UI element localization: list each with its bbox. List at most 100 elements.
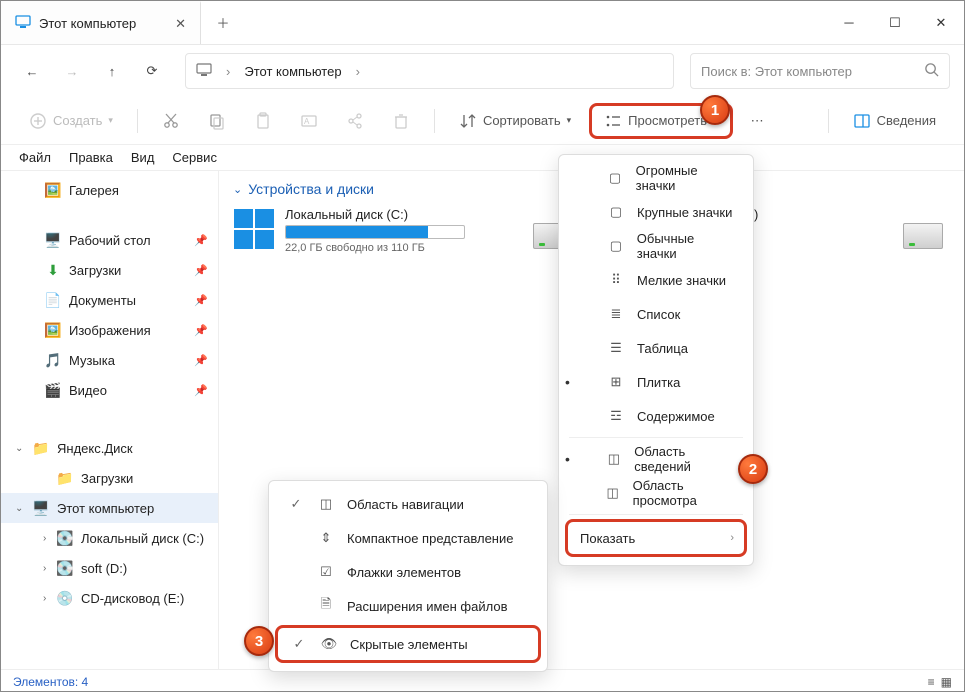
menu-preview-pane[interactable]: ◫Область просмотра [559,476,753,510]
menu-huge-icons[interactable]: ▢Огромные значки [559,161,753,195]
collapse-icon[interactable]: ⌄ [15,503,23,514]
back-button[interactable]: ← [15,54,49,88]
collapse-icon[interactable]: ⌄ [15,443,23,454]
breadcrumb-this-pc[interactable]: Этот компьютер [244,64,341,79]
maximize-button[interactable]: ☐ [872,1,918,44]
close-tab-icon[interactable]: ✕ [175,16,186,32]
create-button[interactable]: Создать ▾ [19,106,123,136]
sidebar-documents[interactable]: 📄Документы📌 [1,285,218,315]
menu-content[interactable]: ☲Содержимое [559,399,753,433]
paste-button[interactable] [244,106,282,136]
sidebar-drive-c[interactable]: ›💽Локальный диск (C:) [1,523,218,553]
sidebar-drive-e[interactable]: ›💿CD-дисковод (E:) [1,583,218,613]
sort-button[interactable]: Сортировать ▾ [449,106,581,136]
sidebar-music[interactable]: 🎵Музыка📌 [1,345,218,375]
desktop-icon: 🖥️ [45,232,61,248]
menu-view[interactable]: Вид [131,150,155,165]
view-dropdown: ▢Огромные значки ▢Крупные значки ▢Обычны… [558,154,754,566]
sidebar-downloads[interactable]: ⬇Загрузки📌 [1,255,218,285]
pane-icon: ◫ [605,485,621,501]
submenu-compact[interactable]: ⇕Компактное представление [269,521,547,555]
address-bar[interactable]: › Этот компьютер › [185,53,674,89]
monitor-icon: 🖥️ [33,500,49,516]
delete-button[interactable] [382,106,420,136]
menu-small-icons[interactable]: ⠿Мелкие значки [559,263,753,297]
drive-icon: 💽 [57,530,73,546]
chevron-down-icon: ▾ [108,115,113,126]
submenu-nav-pane[interactable]: ✓◫Область навигации [269,487,547,521]
status-bar: Элементов: 4 ≡ ▦ [1,669,964,693]
content-icon: ☲ [607,408,625,424]
sidebar-drive-d[interactable]: ›💽soft (D:) [1,553,218,583]
expand-icon[interactable]: › [43,563,46,574]
submenu-checkboxes[interactable]: ☑Флажки элементов [269,555,547,589]
details-pane-button[interactable]: Сведения [843,106,946,136]
cut-button[interactable] [152,106,190,136]
sidebar-desktop[interactable]: 🖥️Рабочий стол📌 [1,225,218,255]
sidebar-pictures[interactable]: 🖼️Изображения📌 [1,315,218,345]
share-button[interactable] [336,106,374,136]
pane-icon: ◫ [317,496,335,512]
annotation-badge-3: 3 [244,626,274,656]
tab-this-pc[interactable]: Этот компьютер ✕ [1,1,201,44]
grid-icon: ⠿ [607,272,625,288]
tiles-view-icon[interactable]: ▦ [941,675,952,689]
svg-text:A: A [304,117,310,126]
close-window-button[interactable]: ✕ [918,1,964,44]
sidebar-videos[interactable]: 🎬Видео📌 [1,375,218,405]
pin-icon: 📌 [194,324,208,337]
menu-edit[interactable]: Правка [69,150,113,165]
search-placeholder: Поиск в: Этот компьютер [701,64,916,79]
chevron-right-icon: › [356,64,360,79]
up-button[interactable]: ↑ [95,54,129,88]
collapse-icon[interactable]: ⌄ [233,183,242,196]
menu-show[interactable]: Показать› [565,519,747,557]
menu-file[interactable]: Файл [19,150,51,165]
menu-large-icons[interactable]: ▢Крупные значки [559,195,753,229]
minimize-button[interactable]: ─ [826,1,872,44]
window-controls: ─ ☐ ✕ [826,1,964,44]
pictures-icon: 🖼️ [45,322,61,338]
sidebar-gallery[interactable]: 🖼️Галерея [1,175,218,205]
chevron-right-icon: › [730,532,734,544]
gallery-icon: 🖼️ [45,182,61,198]
sidebar-yandex[interactable]: ⌄📁Яндекс.Диск [1,433,218,463]
music-icon: 🎵 [45,352,61,368]
menu-details-pane[interactable]: ◫Область сведений [559,442,753,476]
rename-button[interactable]: A [290,106,328,136]
list-icon: ≣ [607,306,625,322]
menu-list[interactable]: ≣Список [559,297,753,331]
drive-icon [903,207,943,249]
square-icon: ▢ [607,238,625,254]
device-drive-c[interactable]: Локальный диск (C:) 22,0 ГБ свободно из … [233,207,493,254]
refresh-button[interactable]: ⟳ [135,54,169,88]
menu-tiles[interactable]: ⊞Плитка [559,365,753,399]
item-count: Элементов: 4 [13,675,88,689]
expand-icon[interactable]: › [43,593,46,604]
expand-icon[interactable]: › [43,533,46,544]
menu-table[interactable]: ☰Таблица [559,331,753,365]
device-partial-2[interactable] [903,207,933,254]
windows-drive-icon [233,207,275,249]
menu-tools[interactable]: Сервис [172,150,217,165]
sidebar-this-pc[interactable]: ⌄🖥️Этот компьютер [1,493,218,523]
square-icon: ▢ [607,204,625,220]
folder-icon: 📁 [57,470,73,486]
folder-icon: 📁 [33,440,49,456]
submenu-hidden-items[interactable]: ✓👁Скрытые элементы [275,625,541,663]
sidebar-yandex-downloads[interactable]: 📁Загрузки [1,463,218,493]
menu-medium-icons[interactable]: ▢Обычные значки [559,229,753,263]
details-view-icon[interactable]: ≡ [928,675,935,689]
new-tab-button[interactable]: ＋ [201,1,245,44]
copy-button[interactable] [198,106,236,136]
eye-icon: 👁 [320,636,338,652]
search-box[interactable]: Поиск в: Этот компьютер [690,53,950,89]
device-sub: 22,0 ГБ свободно из 110 ГБ [285,242,493,254]
capacity-bar [285,225,465,239]
table-icon: ☰ [607,340,625,356]
more-button[interactable]: ⋯ [741,107,774,135]
chevron-down-icon: ▾ [567,115,572,126]
forward-button[interactable]: → [55,54,89,88]
nav-row: ← → ↑ ⟳ › Этот компьютер › Поиск в: Этот… [1,45,964,97]
submenu-extensions[interactable]: 🗎Расширения имен файлов [269,589,547,623]
